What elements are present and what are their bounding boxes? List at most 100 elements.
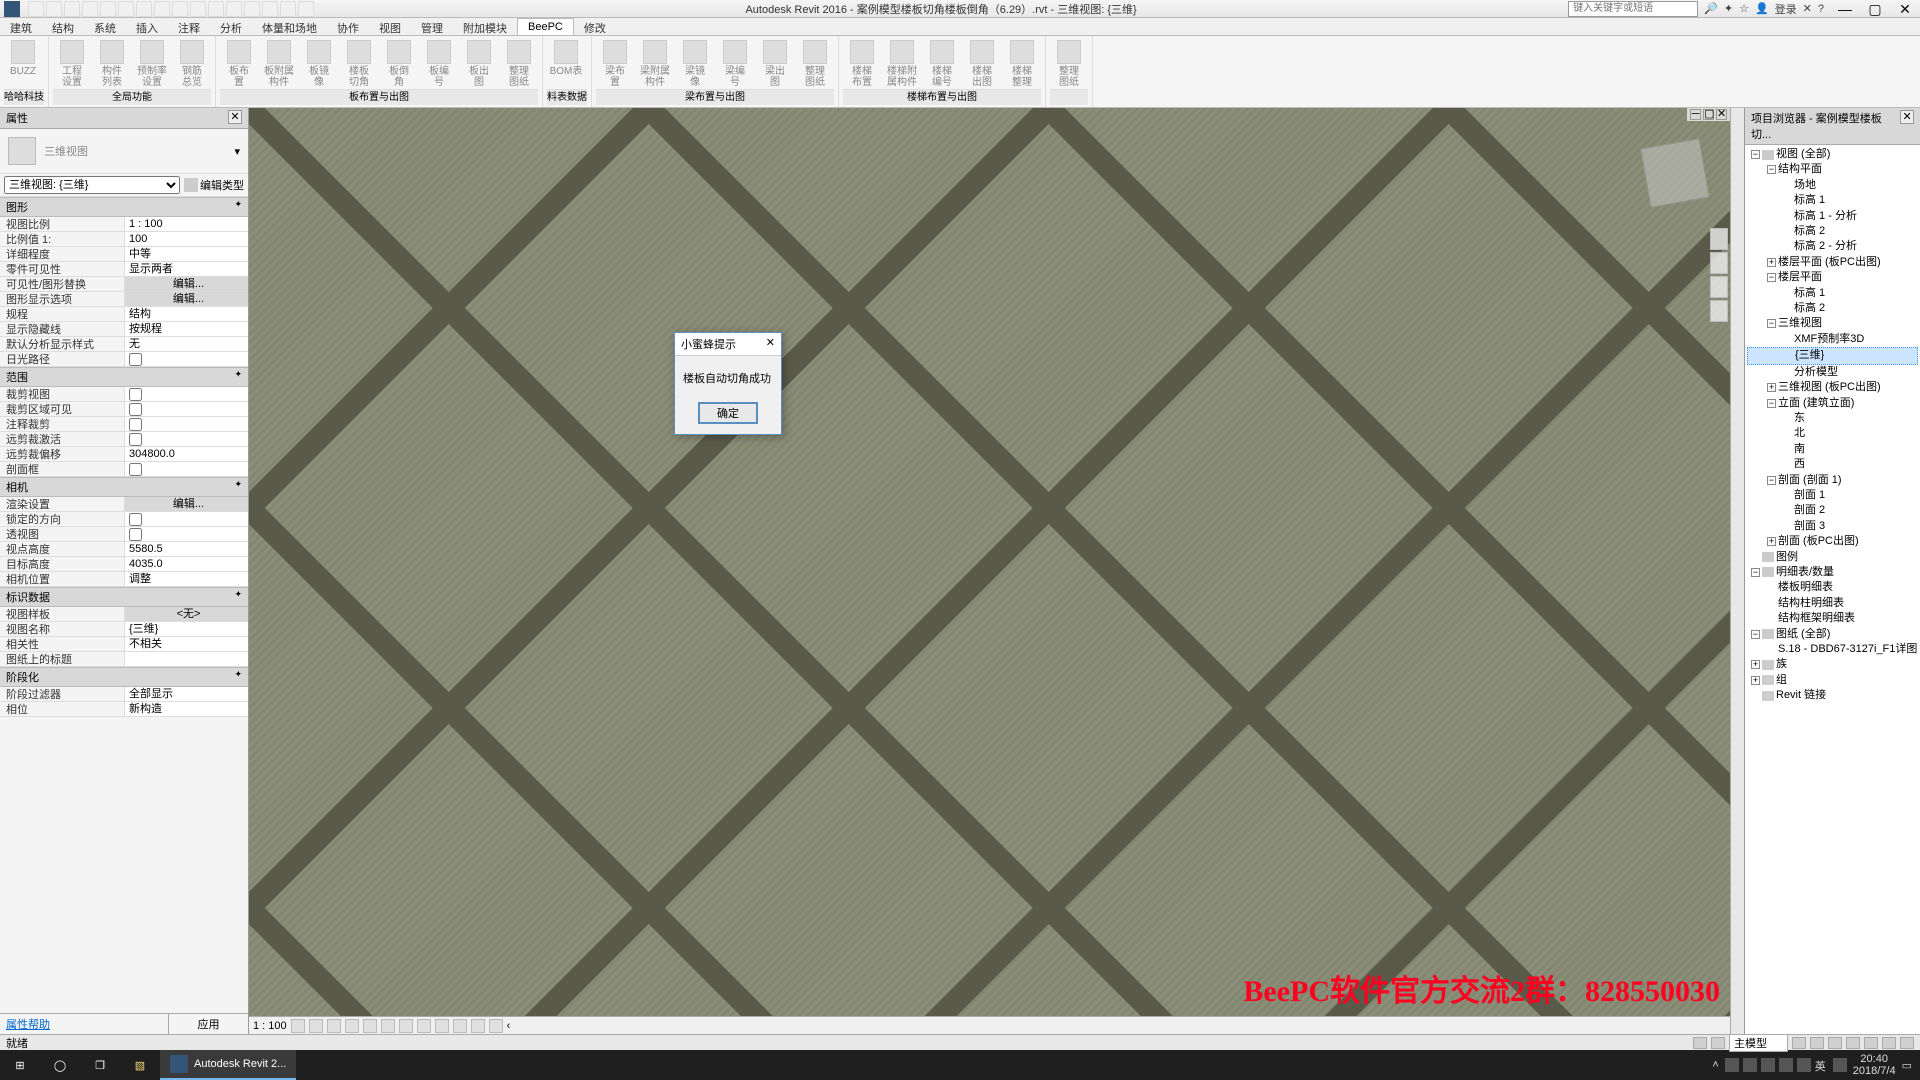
tree-expander-icon[interactable]: − <box>1767 273 1776 282</box>
ribbon-tool-1-2[interactable]: 预制率设置 <box>133 38 171 89</box>
ribbon-tool-2-0[interactable]: 板布置 <box>220 38 258 89</box>
prop-section-4[interactable]: 阶段化✦ <box>0 667 248 687</box>
maximize-button[interactable]: ▢ <box>1860 0 1890 18</box>
sb-count-icon[interactable] <box>1882 1037 1896 1049</box>
ribbon-tool-4-1[interactable]: 梁附属构件 <box>636 38 674 89</box>
qa-redo-icon[interactable] <box>82 1 98 17</box>
tree-node[interactable]: 西 <box>1747 457 1918 472</box>
ribbon-tool-6-0[interactable]: 整理图纸 <box>1050 38 1088 89</box>
start-button[interactable]: ⊞ <box>0 1050 40 1080</box>
view-close-icon[interactable]: ✕ <box>1716 109 1727 120</box>
prop-value[interactable] <box>124 512 248 526</box>
properties-close-icon[interactable]: ✕ <box>228 110 242 124</box>
dialog-ok-button[interactable]: 确定 <box>698 402 758 424</box>
ribbon-tool-1-3[interactable]: 钢筋总览 <box>173 38 211 89</box>
prop-value[interactable]: 按规程 <box>124 322 248 336</box>
prop-value[interactable] <box>124 527 248 541</box>
tree-node[interactable]: 标高 1 - 分析 <box>1747 209 1918 224</box>
tree-node[interactable]: 剖面 1 <box>1747 488 1918 503</box>
tree-node[interactable]: 结构框架明细表 <box>1747 611 1918 626</box>
sunpath-icon[interactable] <box>327 1019 341 1033</box>
sb-select-icon[interactable] <box>1792 1037 1806 1049</box>
tree-node[interactable]: −楼层平面 <box>1747 270 1918 285</box>
qa-dim-icon[interactable] <box>154 1 170 17</box>
menu-tab-11[interactable]: BeePC <box>517 18 574 35</box>
help-search-input[interactable] <box>1568 1 1698 17</box>
sb-filter-icon[interactable] <box>1810 1037 1824 1049</box>
tree-node[interactable]: Revit 链接 <box>1747 688 1918 703</box>
tree-node[interactable]: 剖面 3 <box>1747 519 1918 534</box>
cortana-button[interactable]: ◯ <box>40 1050 80 1080</box>
qa-more-icon[interactable] <box>298 1 314 17</box>
type-selector-dropdown-icon[interactable]: ▾ <box>234 145 240 158</box>
tray-icon-5[interactable] <box>1797 1058 1811 1072</box>
sb-face-icon[interactable] <box>1846 1037 1860 1049</box>
prop-value[interactable]: 编辑... <box>124 497 248 511</box>
tree-expander-icon[interactable]: − <box>1767 319 1776 328</box>
prop-value[interactable]: 结构 <box>124 307 248 321</box>
close-button[interactable]: ✕ <box>1890 0 1920 18</box>
ribbon-tool-4-4[interactable]: 梁出图 <box>756 38 794 89</box>
prop-value[interactable] <box>124 352 248 366</box>
prop-value[interactable] <box>124 387 248 401</box>
qa-section-icon[interactable] <box>226 1 242 17</box>
sb-drag-icon[interactable] <box>1828 1037 1842 1049</box>
tree-node[interactable]: 标高 2 <box>1747 301 1918 316</box>
tree-node[interactable]: +剖面 (板PC出图) <box>1747 534 1918 549</box>
prop-value[interactable] <box>124 432 248 446</box>
prop-section-1[interactable]: 范围✦ <box>0 367 248 387</box>
file-explorer-button[interactable]: ▧ <box>120 1050 160 1080</box>
prop-value[interactable]: 1 : 100 <box>124 217 248 231</box>
ribbon-tool-4-0[interactable]: 梁布置 <box>596 38 634 89</box>
tray-icon-2[interactable] <box>1743 1058 1757 1072</box>
ribbon-tool-2-2[interactable]: 板镜像 <box>300 38 338 89</box>
qa-measure-icon[interactable] <box>118 1 134 17</box>
project-browser-tree[interactable]: −视图 (全部)−结构平面场地标高 1标高 1 - 分析标高 2标高 2 - 分… <box>1745 145 1920 1034</box>
tree-node[interactable]: 标高 2 <box>1747 224 1918 239</box>
viewport-3d[interactable]: ─ ▢ ✕ BeePC软件官方交流2群：828550030 1 : 100 <box>249 108 1730 1034</box>
prop-value[interactable]: 调整 <box>124 572 248 586</box>
ribbon-tool-5-1[interactable]: 楼梯附属构件 <box>883 38 921 89</box>
menu-tab-10[interactable]: 附加模块 <box>453 18 517 35</box>
menu-tab-9[interactable]: 管理 <box>411 18 453 35</box>
tree-node[interactable]: 场地 <box>1747 178 1918 193</box>
taskview-button[interactable]: ❐ <box>80 1050 120 1080</box>
tree-node[interactable]: 结构柱明细表 <box>1747 596 1918 611</box>
tree-node[interactable]: S.18 - DBD67-3127i_F1详图 <box>1747 642 1918 657</box>
subscription-icon[interactable]: ✦ <box>1724 2 1733 15</box>
tree-expander-icon[interactable]: + <box>1751 660 1760 669</box>
prop-value[interactable] <box>124 652 248 666</box>
render-icon[interactable] <box>363 1019 377 1033</box>
prop-value[interactable]: 新构造 <box>124 702 248 716</box>
sb-editreq-icon[interactable] <box>1711 1037 1725 1049</box>
menu-tab-12[interactable]: 修改 <box>574 18 616 35</box>
tray-icon-4[interactable] <box>1779 1058 1793 1072</box>
view-min-icon[interactable]: ─ <box>1690 109 1701 120</box>
ribbon-tool-2-3[interactable]: 楼板切角 <box>340 38 378 89</box>
prop-section-3[interactable]: 标识数据✦ <box>0 587 248 607</box>
prop-value[interactable]: {三维} <box>124 622 248 636</box>
signin-icon[interactable]: 👤 <box>1755 2 1769 15</box>
exchange-icon[interactable]: ✕ <box>1803 2 1812 15</box>
ribbon-tool-3-0[interactable]: BOM表 <box>547 38 585 89</box>
tree-node[interactable]: 剖面 2 <box>1747 503 1918 518</box>
tree-expander-icon[interactable]: − <box>1751 150 1760 159</box>
type-selector[interactable]: 三维视图 ▾ <box>0 129 248 173</box>
prop-value[interactable] <box>124 417 248 431</box>
taskbar-app-revit[interactable]: Autodesk Revit 2... <box>160 1050 296 1080</box>
ribbon-tool-4-3[interactable]: 梁编号 <box>716 38 754 89</box>
tree-node[interactable]: 图例 <box>1747 550 1918 565</box>
detail-level-icon[interactable] <box>291 1019 305 1033</box>
prop-value[interactable]: 无 <box>124 337 248 351</box>
ribbon-tool-4-2[interactable]: 梁镜像 <box>676 38 714 89</box>
tree-node[interactable]: −剖面 (剖面 1) <box>1747 473 1918 488</box>
ribbon-tool-4-5[interactable]: 整理图纸 <box>796 38 834 89</box>
menu-tab-1[interactable]: 结构 <box>42 18 84 35</box>
view-max-icon[interactable]: ▢ <box>1703 109 1714 120</box>
prop-value[interactable]: 304800.0 <box>124 447 248 461</box>
tree-expander-icon[interactable]: + <box>1767 258 1776 267</box>
menu-tab-3[interactable]: 插入 <box>126 18 168 35</box>
tree-expander-icon[interactable]: − <box>1767 165 1776 174</box>
prop-value[interactable] <box>124 402 248 416</box>
sb-pin-icon[interactable] <box>1864 1037 1878 1049</box>
